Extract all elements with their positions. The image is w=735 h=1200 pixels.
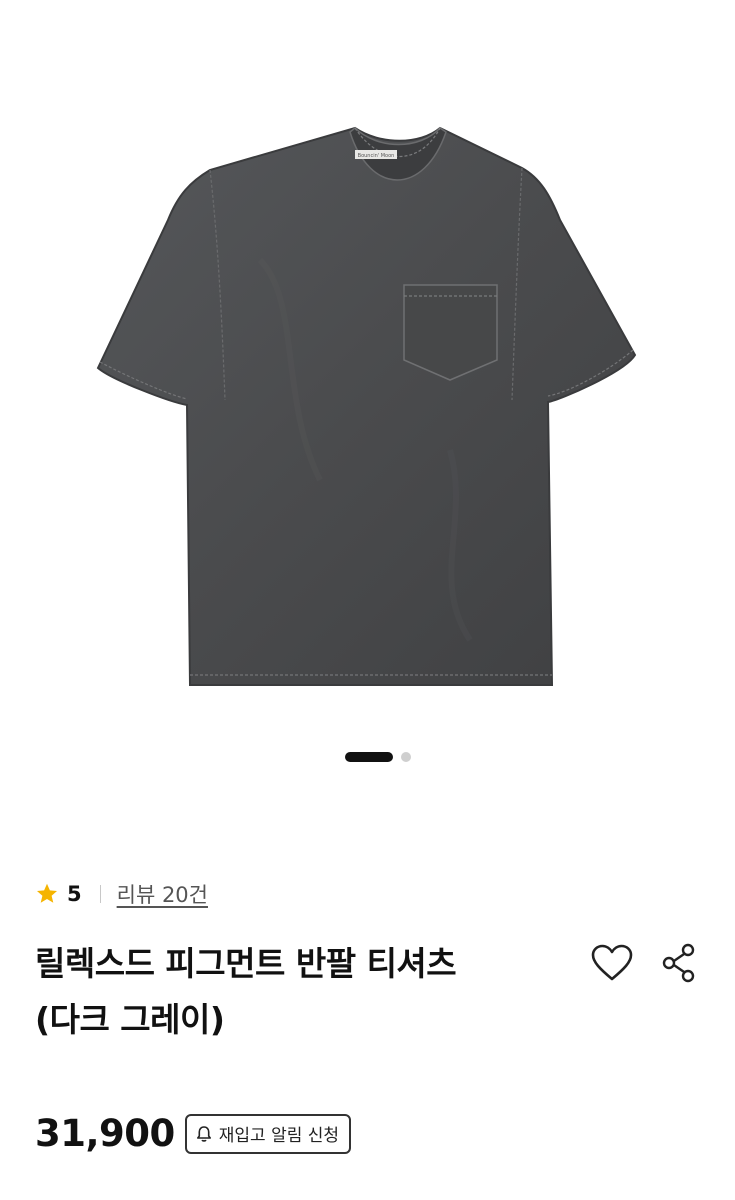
carousel-dot[interactable] — [400, 752, 411, 762]
t-shirt-image: Bouncin' Moon — [96, 126, 637, 686]
review-count-link[interactable]: 리뷰 20건 — [117, 879, 208, 909]
divider — [99, 885, 101, 903]
bell-icon — [196, 1125, 211, 1142]
price-row: 31,900 재입고 알림 신청 — [35, 1112, 352, 1155]
star-icon — [37, 883, 57, 903]
neck-label-text: Bouncin' Moon — [358, 153, 395, 159]
price: 31,900 — [35, 1112, 175, 1155]
rating-row: 5 리뷰 20건 — [35, 878, 208, 910]
carousel-indicator — [0, 752, 735, 762]
product-image[interactable]: Bouncin' Moon — [0, 0, 735, 730]
heart-icon — [591, 944, 633, 981]
carousel-dot-active[interactable] — [344, 752, 393, 762]
restock-alert-button[interactable]: 재입고 알림 신청 — [184, 1113, 352, 1154]
restock-alert-label: 재입고 알림 신청 — [218, 1126, 340, 1146]
rating-value: 5 — [67, 882, 82, 906]
share-button[interactable] — [656, 940, 702, 986]
product-title-line-1: 릴렉스드 피그먼트 반팔 티셔츠 — [35, 944, 457, 983]
share-icon — [662, 943, 695, 983]
product-title: 릴렉스드 피그먼트 반팔 티셔츠 (다크 그레이) — [35, 936, 555, 1048]
product-title-line-2: (다크 그레이) — [35, 1000, 225, 1039]
wishlist-button[interactable] — [589, 940, 635, 986]
